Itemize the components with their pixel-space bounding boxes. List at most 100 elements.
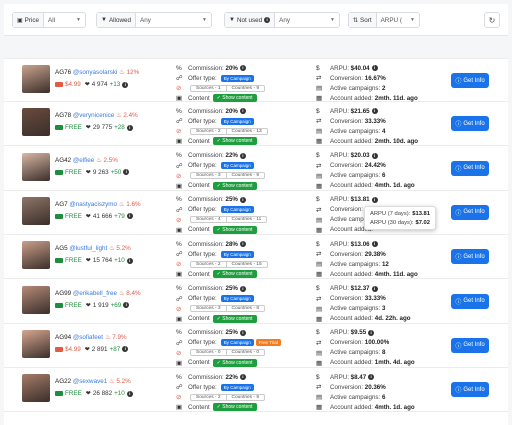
dollar-icon: $ — [316, 64, 320, 72]
handle-link[interactable]: @sexwave1 — [73, 378, 107, 385]
not-used-filter[interactable]: ▼ Not used i Any ▼ — [224, 12, 340, 28]
image-icon: ▣ — [176, 138, 183, 146]
chart-icon: ▤ — [316, 349, 323, 357]
ban-icon: ⊘ — [176, 172, 182, 180]
conversion-icon: ⇄ — [316, 295, 322, 303]
info-icon[interactable]: i — [371, 65, 378, 71]
info-icon[interactable]: i — [371, 196, 378, 203]
model-stats: $4.99 ❤ 2 891 +87 i — [55, 346, 129, 353]
handle-link[interactable]: @sofiafeet — [73, 334, 103, 341]
avatar[interactable] — [22, 108, 50, 137]
dollar-icon: $ — [316, 285, 320, 292]
get-info-button[interactable]: ⓘ Get Info — [451, 73, 489, 88]
avatar[interactable] — [22, 65, 50, 93]
info-icon: i — [239, 65, 246, 71]
show-content-button[interactable]: ✓ Show content — [212, 225, 257, 234]
get-info-button[interactable]: ⓘ Get Info — [451, 249, 489, 265]
allowed-select[interactable]: Any ▼ — [136, 13, 211, 27]
get-info-button[interactable]: ⓘ Get Info — [451, 293, 489, 309]
get-info-button[interactable]: ⓘ Get Info — [451, 116, 489, 132]
not-used-select[interactable]: Any ▼ — [275, 13, 339, 27]
allowed-filter[interactable]: ▼ Allowed Any ▼ — [96, 12, 212, 28]
handle-link[interactable]: @lustful_light — [69, 245, 107, 252]
likes-delta: +79 — [114, 212, 125, 220]
show-content-button[interactable]: ✓ Show content — [212, 270, 257, 279]
avatar[interactable] — [22, 196, 50, 225]
sort-select[interactable]: ARPU (▼ — [377, 13, 419, 27]
by-campaign-badge: By Campaign — [220, 206, 254, 214]
sources-countries-pill[interactable]: Sources - 4 Countries - 11 — [190, 216, 268, 224]
price-value: FREE — [65, 390, 82, 398]
info-icon[interactable]: i — [126, 213, 133, 220]
info-icon[interactable]: i — [123, 302, 130, 308]
avatar[interactable] — [22, 152, 50, 181]
show-content-button[interactable]: ✓ Show content — [212, 181, 257, 190]
info-icon[interactable]: i — [122, 81, 129, 88]
chart-icon: ▤ — [316, 85, 323, 92]
handle-link[interactable]: @elfiee — [73, 157, 94, 164]
chart-icon: ▤ — [316, 394, 323, 402]
info-icon[interactable]: i — [371, 241, 378, 248]
info-icon[interactable]: i — [126, 124, 133, 131]
show-content-button[interactable]: ✓ Show content — [212, 94, 257, 102]
calendar-icon: ▦ — [316, 271, 323, 279]
info-icon[interactable]: i — [371, 108, 378, 115]
sources-countries-pill[interactable]: Sources - 2 Countries - 15 — [190, 260, 268, 268]
price-value: $4.99 — [65, 81, 81, 88]
avatar[interactable] — [22, 241, 50, 270]
show-content-button[interactable]: ✓ Show content — [212, 137, 257, 146]
price-filter[interactable]: ▣ Price All ▼ — [12, 12, 86, 28]
flame-icon: ♨ — [119, 69, 125, 76]
likes-count: 41 666 — [92, 212, 113, 220]
filter-bar: ▣ Price All ▼ ▼ Allowed Any ▼ ▼ Not used i Any… — [4, 4, 508, 36]
info-icon: i — [239, 196, 246, 203]
sources-countries-pill[interactable]: Sources - 2 Countries - 13 — [190, 127, 268, 135]
get-info-button[interactable]: ⓘ Get Info — [451, 204, 489, 220]
likes-count: 15 764 — [92, 257, 113, 265]
handle-link[interactable]: @verynicenice — [73, 112, 114, 119]
price-select[interactable]: All ▼ — [44, 13, 85, 27]
sources-countries-pill[interactable]: Sources - 3 Countries - 9 — [190, 172, 265, 180]
info-icon[interactable]: i — [126, 390, 133, 397]
calendar-icon: ▦ — [316, 404, 323, 412]
info-icon[interactable]: i — [122, 346, 129, 353]
info-icon: i — [239, 152, 246, 159]
info-icon: i — [239, 285, 246, 292]
info-icon[interactable]: i — [371, 285, 378, 292]
avatar[interactable] — [22, 374, 50, 403]
show-content-button[interactable]: ✓ Show content — [212, 314, 257, 323]
handle-link[interactable]: @sonyasolarski — [73, 69, 118, 76]
show-content-button[interactable]: ✓ Show content — [212, 403, 257, 412]
info-icon[interactable]: i — [123, 169, 130, 176]
model-stats: FREE ❤ 29 775 +28 i — [55, 124, 133, 131]
handle-link[interactable]: @erikabell_free — [73, 290, 117, 297]
percent-icon: % — [176, 373, 182, 381]
sources-countries-pill[interactable]: Sources - 0 Countries - 0 — [190, 349, 265, 357]
conversion-icon: ⇄ — [316, 118, 322, 126]
get-info-button[interactable]: ⓘ Get Info — [451, 382, 489, 398]
info-icon[interactable]: i — [126, 257, 133, 264]
sources-countries-pill[interactable]: Sources - 3 Countries - 8 — [190, 305, 265, 312]
info-icon[interactable]: i — [371, 152, 378, 159]
price-value: FREE — [65, 212, 82, 220]
filter-icon: ▼ — [101, 17, 107, 23]
get-info-button[interactable]: ⓘ Get Info — [451, 160, 489, 176]
info-icon[interactable]: i — [368, 374, 375, 381]
sort-filter[interactable]: ⇅ Sort ARPU (▼ — [348, 12, 420, 28]
likes-delta: +50 — [110, 168, 122, 176]
avatar[interactable] — [22, 285, 50, 314]
model-name: AG76 @sonyasolarski ♨ 12% — [55, 69, 140, 76]
handle-link[interactable]: @nastyaciszymo — [69, 201, 117, 208]
show-content-button[interactable]: ✓ Show content — [212, 358, 257, 367]
refresh-button[interactable]: ↻ — [484, 12, 500, 28]
link-icon: ☍ — [176, 339, 183, 347]
avatar[interactable] — [22, 329, 50, 358]
heart-icon: ❤ — [85, 258, 91, 265]
info-icon[interactable]: i — [368, 329, 375, 336]
image-icon: ▣ — [176, 404, 183, 412]
sources-countries-pill[interactable]: Sources - 2 Countries - 9 — [190, 393, 265, 401]
get-info-button[interactable]: ⓘ Get Info — [451, 337, 489, 353]
sources-countries-pill[interactable]: Sources - 1 Countries - 9 — [190, 84, 265, 92]
chevron-down-icon: ▼ — [410, 17, 415, 23]
link-icon: ☍ — [176, 384, 183, 392]
